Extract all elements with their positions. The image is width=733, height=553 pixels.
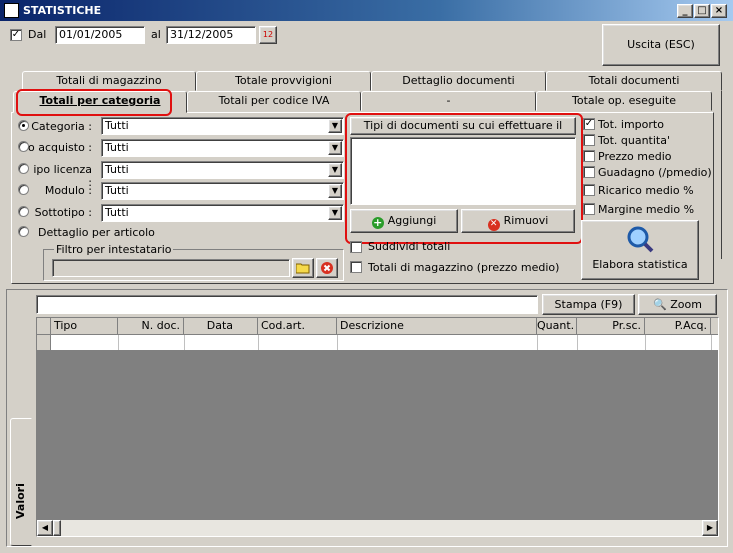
combo-value: Tutti: [105, 163, 129, 176]
grid-line: [645, 335, 646, 350]
owner-filter-field[interactable]: [52, 259, 290, 277]
table-row[interactable]: [37, 335, 718, 351]
label-prezzo-medio: Prezzo medio: [598, 150, 672, 163]
chk-tot-quantita[interactable]: [583, 134, 595, 146]
minimize-button[interactable]: _: [677, 4, 693, 18]
side-tab-valori[interactable]: Valori: [10, 418, 32, 546]
col-prsc[interactable]: Pr.sc.: [577, 318, 645, 335]
filter-label-modulo: Modulo :: [44, 184, 92, 197]
exit-button[interactable]: Uscita (ESC): [602, 24, 720, 66]
tab-dettaglio-documenti[interactable]: Dettaglio documenti: [371, 71, 546, 91]
split-totals-checkbox[interactable]: [350, 241, 362, 253]
print-button[interactable]: Stampa (F9): [542, 294, 635, 315]
chk-margine[interactable]: [583, 203, 595, 215]
col-codart[interactable]: Cod.art.: [258, 318, 337, 335]
label-tot-importo: Tot. importo: [598, 118, 664, 131]
chevron-down-icon[interactable]: ▼: [328, 163, 342, 177]
highlight-doc-types: [345, 113, 583, 244]
col-tipo[interactable]: Tipo: [51, 318, 118, 335]
clear-filter-icon[interactable]: [316, 258, 338, 278]
grid-line: [184, 335, 185, 350]
calendar-icon[interactable]: 12: [259, 26, 277, 44]
combo-categoria[interactable]: Tutti ▼: [101, 117, 344, 135]
scroll-thumb[interactable]: [53, 520, 61, 536]
grid-indicator-col: [37, 318, 51, 335]
zoom-icon: 🔍: [653, 298, 667, 311]
detail-label: Dettaglio per articolo: [38, 226, 155, 239]
tab-totale-op-eseguite[interactable]: Totale op. eseguite: [536, 91, 712, 111]
side-tab-label: Valori: [14, 483, 27, 519]
radio-dettaglio-articolo[interactable]: [18, 226, 29, 237]
chevron-down-icon[interactable]: ▼: [328, 141, 342, 155]
chk-guadagno[interactable]: [583, 166, 595, 178]
elabora-statistica-button[interactable]: Elabora statistica: [581, 220, 699, 280]
grid-header: Tipo N. doc. Data Cod.art. Descrizione Q…: [37, 318, 718, 335]
filter-label-categoria: Categoria :: [31, 120, 92, 133]
dal-label: Dal: [28, 28, 47, 41]
grid-line: [711, 335, 712, 350]
col-pacq[interactable]: P.Acq.: [645, 318, 711, 335]
elabora-label: Elabora statistica: [592, 258, 688, 271]
tab-totali-documenti[interactable]: Totali documenti: [546, 71, 722, 91]
combo-value: Tutti: [105, 141, 129, 154]
chevron-down-icon[interactable]: ▼: [328, 119, 342, 133]
label-ricarico: Ricarico medio %: [598, 184, 694, 197]
col-ndoc[interactable]: N. doc.: [118, 318, 184, 335]
grid-line: [577, 335, 578, 350]
close-button[interactable]: ×: [711, 4, 727, 18]
warehouse-totals-checkbox[interactable]: [350, 261, 362, 273]
grid-line: [258, 335, 259, 350]
al-label: al: [151, 28, 161, 41]
grid-line: [118, 335, 119, 350]
dal-checkbox[interactable]: ✓: [10, 29, 22, 41]
folder-icon[interactable]: [292, 258, 314, 278]
date-to-field[interactable]: 31/12/2005: [166, 26, 256, 44]
combo-modulo[interactable]: Tutti ▼: [101, 182, 344, 200]
combo-value: Tutti: [105, 184, 129, 197]
chevron-down-icon[interactable]: ▼: [328, 206, 342, 220]
maximize-button[interactable]: □: [694, 4, 710, 18]
zoom-button[interactable]: 🔍 Zoom: [638, 294, 717, 315]
label-tot-quantita: Tot. quantita': [598, 134, 670, 147]
combo-tipo-licenza[interactable]: Tutti ▼: [101, 161, 344, 179]
highlight-active-tab: [16, 89, 172, 116]
zoom-label: Zoom: [670, 298, 702, 311]
title-bar: STATISTICHE _ □ ×: [0, 0, 733, 21]
scroll-left-icon[interactable]: ◀: [37, 520, 53, 536]
col-data[interactable]: Data: [184, 318, 258, 335]
tab-totale-provvigioni[interactable]: Totale provvigioni: [196, 71, 371, 91]
chk-tot-importo[interactable]: ✓: [583, 118, 595, 130]
grid-search-field[interactable]: [36, 295, 538, 314]
owner-filter-legend: Filtro per intestatario: [54, 243, 174, 256]
chevron-down-icon[interactable]: ▼: [328, 184, 342, 198]
magnifier-icon: [627, 226, 654, 253]
grid-line: [537, 335, 538, 350]
warehouse-totals-label: Totali di magazzino (prezzo medio): [368, 261, 560, 274]
combo-value: Tutti: [105, 206, 129, 219]
label-margine: Margine medio %: [598, 203, 695, 216]
label-guadagno: Guadagno (/pmedio): [598, 166, 712, 179]
tab-totali-magazzino[interactable]: Totali di magazzino: [22, 71, 196, 91]
col-quant[interactable]: Quant.: [537, 318, 577, 335]
combo-tipo-acquisto[interactable]: Tutti ▼: [101, 139, 344, 157]
window-title: STATISTICHE: [23, 4, 102, 17]
col-descrizione[interactable]: Descrizione: [337, 318, 537, 335]
grid-line: [337, 335, 338, 350]
split-totals-label: Suddividi totali: [368, 240, 451, 253]
chk-ricarico[interactable]: [583, 184, 595, 196]
horizontal-scrollbar[interactable]: ◀ ▶: [37, 520, 718, 536]
tab-totali-codice-iva[interactable]: Totali per codice IVA: [187, 91, 361, 111]
row-indicator: [37, 335, 51, 350]
tab-panel-back-edge: [712, 91, 722, 259]
combo-value: Tutti: [105, 119, 129, 132]
combo-sottotipo[interactable]: Tutti ▼: [101, 204, 344, 222]
date-from-field[interactable]: 01/01/2005: [55, 26, 145, 44]
data-grid[interactable]: Tipo N. doc. Data Cod.art. Descrizione Q…: [36, 317, 719, 537]
tab-dash[interactable]: -: [361, 91, 536, 111]
app-icon: [4, 3, 19, 18]
filter-label-sottotipo: Sottotipo :: [34, 206, 92, 219]
scroll-right-icon[interactable]: ▶: [702, 520, 718, 536]
filter-label-acquisto: o acquisto :: [28, 141, 93, 154]
chk-prezzo-medio[interactable]: [583, 150, 595, 162]
